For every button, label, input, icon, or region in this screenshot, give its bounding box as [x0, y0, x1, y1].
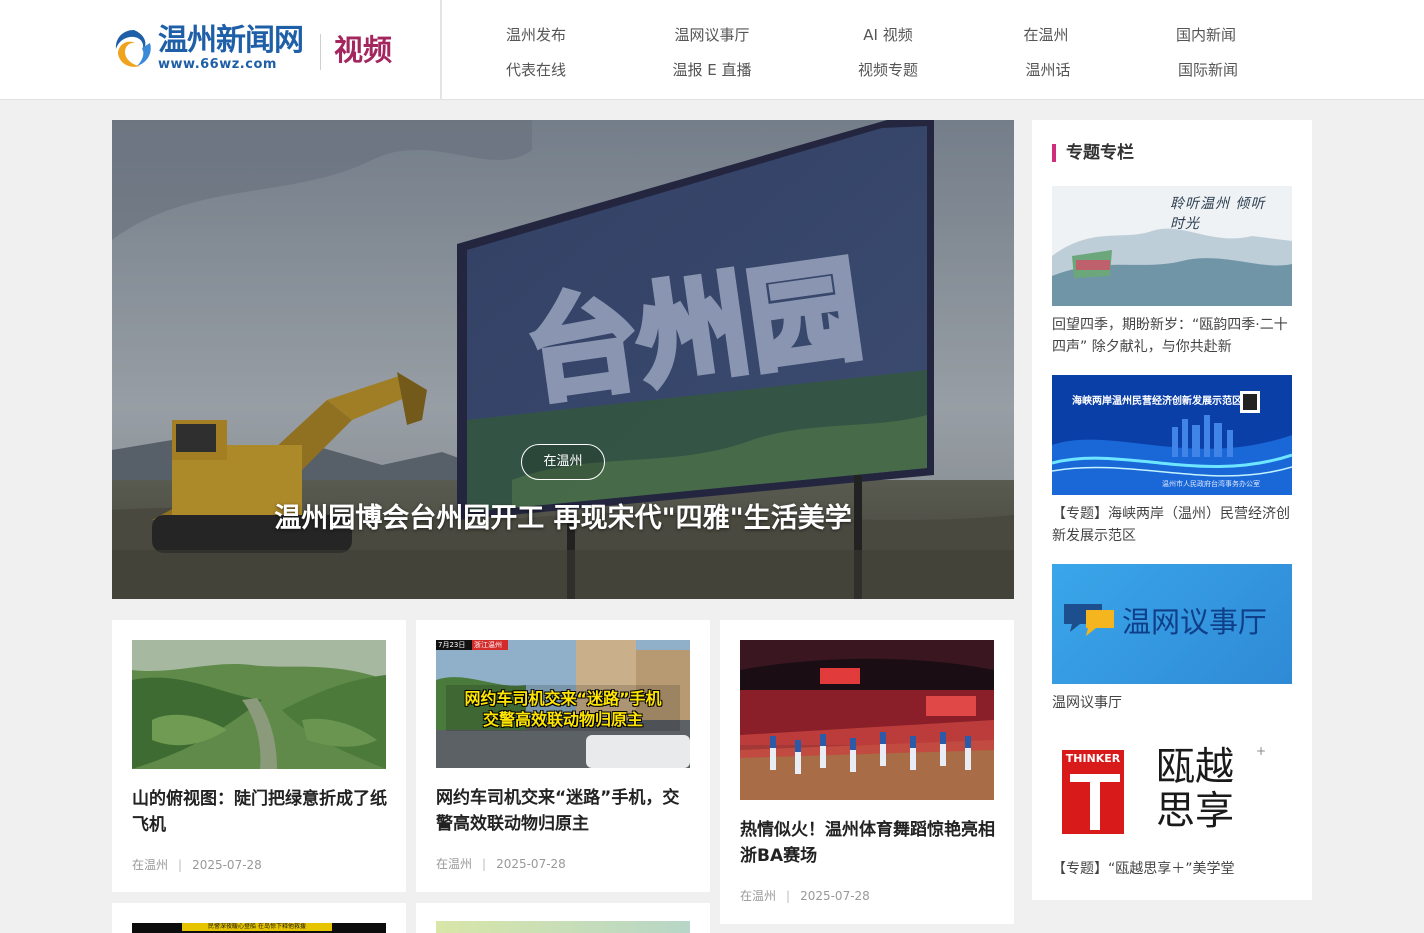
hero-category-tag[interactable]: 在温州	[521, 444, 605, 480]
thumb-caption: 民警深夜暖心登船 在岛惊下释他救援	[182, 923, 332, 931]
video-card[interactable]: 山的俯视图：陡门把绿意折成了纸飞机 在温州 | 2025-07-28	[112, 620, 406, 892]
thumb-date-badge: 7月23日	[438, 641, 466, 649]
logo-text: 温州新闻网	[158, 23, 304, 58]
nav-item-video-topics[interactable]: 视频专题	[818, 59, 958, 80]
topic-image-text: 温网议事厅	[1122, 605, 1268, 639]
video-thumbnail	[740, 640, 994, 800]
video-card[interactable]	[416, 903, 710, 933]
video-card-source: 在温州	[436, 857, 473, 871]
topic-item[interactable]: 聆听温州 倾听时光 回望四季，期盼新岁：“瓯韵四季·二十四声” 除夕献礼，与你共…	[1052, 186, 1292, 362]
video-card-source: 在温州	[740, 889, 777, 903]
nav-item-international-news[interactable]: 国际新闻	[1138, 59, 1278, 80]
video-thumbnail: 7月23日 浙江温州 网约车司机交来“迷路”手机 交警高效联动物归原主	[436, 640, 690, 768]
nav-item-forum[interactable]: 温网议事厅	[642, 24, 782, 45]
topic-image-subtext: 温州市人民政府台湾事务办公室	[1162, 480, 1260, 488]
topic-caption[interactable]: 回望四季，期盼新岁：“瓯韵四季·二十四声” 除夕献礼，与你共赴新	[1052, 314, 1297, 358]
main-nav: 温州发布 温网议事厅 AI 视频 在温州 国内新闻 代表在线 温报 E 直播 视…	[450, 0, 1350, 100]
topic-caption[interactable]: 【专题】海峡两岸（温州）民营经济创新发展示范区	[1052, 503, 1297, 547]
plus-icon: +	[1256, 744, 1267, 758]
nav-item-wenzhou-release[interactable]: 温州发布	[466, 24, 606, 45]
video-thumbnail	[132, 640, 386, 769]
topic-item[interactable]: THINKER 瓯越思享 + 【专题】“瓯越思享＋”美学堂	[1052, 740, 1292, 890]
video-card-title[interactable]: 山的俯视图：陡门把绿意折成了纸飞机	[132, 786, 390, 838]
video-card-title[interactable]: 网约车司机交来“迷路”手机，交警高效联动物归原主	[436, 785, 694, 837]
site-logo[interactable]: 温州新闻网 www.66wz.com 视频	[112, 22, 412, 78]
sidebar-title: 专题专栏	[1052, 144, 1134, 162]
video-card[interactable]: 热情似火！温州体育舞蹈惊艳亮相浙BA赛场 在温州 | 2025-07-28	[720, 620, 1014, 924]
video-card-meta: 在温州 | 2025-07-28	[740, 889, 870, 903]
topic-caption[interactable]: 【专题】“瓯越思享＋”美学堂	[1052, 858, 1297, 880]
site-header: 温州新闻网 www.66wz.com 视频 温州发布 温网议事厅 AI 视频 在…	[0, 0, 1424, 100]
video-card-meta: 在温州 | 2025-07-28	[132, 858, 262, 872]
video-card-date: 2025-07-28	[192, 858, 262, 872]
topic-image: 温网议事厅	[1052, 564, 1292, 684]
header-divider	[440, 0, 442, 100]
hero-banner[interactable]: 台州园 温州园博会台州园开工 再现宋代"四雅"生活美学 在温州	[112, 120, 1014, 599]
topic-item[interactable]: 海峡两岸温州民营经济创新发展示范区 温州市人民政府台湾事务办公室 【专题】海峡两…	[1052, 375, 1292, 551]
topic-image-text: 海峡两岸温州民营经济创新发展示范区	[1072, 396, 1242, 407]
nav-item-e-live[interactable]: 温报 E 直播	[642, 59, 782, 80]
topic-image: 海峡两岸温州民营经济创新发展示范区 温州市人民政府台湾事务办公室	[1052, 375, 1292, 495]
thumb-caption: 网约车司机交来“迷路”手机 交警高效联动物归原主	[464, 689, 662, 729]
topics-sidebar: 专题专栏 聆听温州 倾听时光 回望四季，期盼新岁：“瓯韵四季·二十四声” 除夕献…	[1032, 120, 1312, 900]
logo-divider	[320, 34, 321, 70]
video-card[interactable]: 民警深夜暖心登船 在岛惊下释他救援	[112, 903, 406, 933]
logo-swirl-icon	[115, 30, 151, 67]
nav-item-in-wenzhou[interactable]: 在温州	[976, 24, 1116, 45]
channel-name: 视频	[334, 33, 393, 67]
nav-item-wenzhou-dialect[interactable]: 温州话	[978, 59, 1118, 80]
topic-image: 聆听温州 倾听时光	[1052, 186, 1292, 306]
video-card-date: 2025-07-28	[800, 889, 870, 903]
topic-image-text: 聆听温州 倾听时光	[1170, 196, 1266, 232]
logo-url: www.66wz.com	[158, 57, 277, 72]
thinker-logo: THINKER	[1062, 750, 1124, 834]
video-thumbnail: 民警深夜暖心登船 在岛惊下释他救援	[132, 923, 386, 933]
video-card[interactable]: 7月23日 浙江温州 网约车司机交来“迷路”手机 交警高效联动物归原主 网约车司…	[416, 620, 710, 892]
topic-item[interactable]: 温网议事厅 温网议事厅	[1052, 564, 1292, 718]
video-card-title[interactable]: 热情似火！温州体育舞蹈惊艳亮相浙BA赛场	[740, 817, 998, 869]
video-card-meta: 在温州 | 2025-07-28	[436, 857, 566, 871]
nav-item-deputies-online[interactable]: 代表在线	[466, 59, 606, 80]
topic-caption[interactable]: 温网议事厅	[1052, 692, 1297, 714]
video-card-date: 2025-07-28	[496, 857, 566, 871]
video-thumbnail	[436, 921, 690, 933]
topic-image-text: 瓯越思享	[1156, 745, 1235, 834]
nav-item-ai-video[interactable]: AI 视频	[818, 24, 958, 45]
thumb-location-badge: 浙江温州	[474, 641, 502, 649]
hero-title[interactable]: 温州园博会台州园开工 再现宋代"四雅"生活美学	[112, 496, 1014, 535]
video-card-source: 在温州	[132, 858, 169, 872]
topic-image: THINKER 瓯越思享 +	[1052, 740, 1292, 860]
nav-item-domestic-news[interactable]: 国内新闻	[1136, 24, 1276, 45]
